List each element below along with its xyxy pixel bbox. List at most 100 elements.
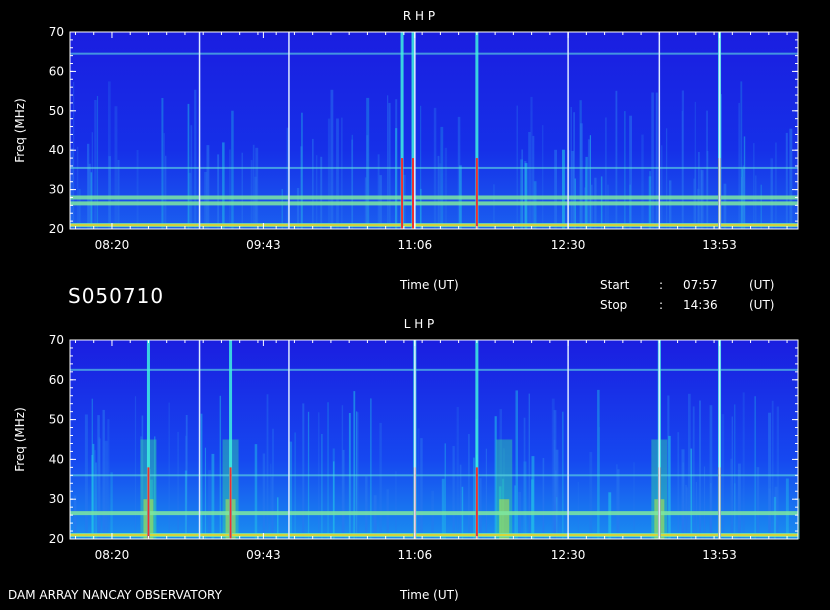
texture-streak (605, 117, 607, 229)
y-tick-label: 50 (49, 104, 64, 118)
texture-streak (277, 497, 279, 539)
texture-streak (479, 478, 482, 539)
texture-streak (255, 147, 259, 229)
texture-streak (96, 96, 99, 229)
frequency-band (70, 195, 798, 200)
texture-streak (254, 444, 258, 539)
texture-streak (327, 118, 331, 229)
texture-streak (723, 183, 727, 229)
x-tick-label: 13:53 (702, 238, 737, 252)
texture-streak (94, 100, 97, 229)
texture-streak (577, 481, 579, 539)
texture-streak (330, 89, 334, 229)
texture-streak (681, 90, 684, 229)
texture-streak (668, 435, 671, 539)
texture-streak (523, 417, 526, 539)
texture-streak (373, 495, 377, 539)
texture-streak (74, 495, 77, 539)
texture-streak (518, 491, 521, 539)
frequency-band (70, 474, 798, 477)
texture-streak (98, 436, 100, 539)
y-tick-label: 70 (49, 25, 64, 39)
texture-streak (117, 160, 120, 229)
texture-streak (698, 152, 700, 229)
texture-streak (597, 389, 600, 539)
texture-streak (553, 439, 556, 539)
texture-streak (302, 403, 305, 539)
texture-streak (91, 455, 93, 539)
texture-streak (312, 138, 314, 229)
texture-streak (95, 462, 97, 539)
texture-streak (395, 471, 397, 539)
texture-streak (468, 434, 470, 539)
y-tick-label: 20 (49, 532, 64, 546)
frequency-band (70, 201, 798, 206)
texture-streak (231, 110, 234, 229)
texture-streak (301, 112, 303, 229)
texture-streak (607, 184, 609, 229)
y-axis-label: Freq (MHz) (13, 98, 27, 163)
texture-streak (342, 449, 345, 539)
texture-streak (441, 478, 445, 539)
texture-streak (341, 117, 343, 229)
burst-core (475, 467, 478, 539)
texture-streak (587, 139, 591, 229)
texture-streak (377, 154, 380, 229)
y-tick-label: 20 (49, 222, 64, 236)
texture-streak (444, 147, 448, 229)
mid-time-axis-label: Time (UT) (400, 278, 459, 292)
texture-streak (554, 149, 557, 229)
y-tick-label: 70 (49, 333, 64, 347)
texture-streak (417, 428, 420, 539)
texture-streak (688, 393, 691, 539)
texture-streak (84, 414, 88, 539)
texture-streak (296, 188, 300, 229)
observatory-label: DAM ARRAY NANCAY OBSERVATORY (8, 588, 222, 602)
texture-streak (493, 184, 495, 229)
y-tick-label: 60 (49, 373, 64, 387)
y-tick-label: 50 (49, 413, 64, 427)
bottom-time-axis-label: Time (UT) (400, 588, 459, 602)
texture-streak (789, 128, 793, 229)
texture-streak (194, 89, 197, 229)
burst-core (475, 158, 478, 229)
texture-streak (452, 446, 455, 539)
x-tick-label: 12:30 (551, 238, 586, 252)
texture-streak (87, 143, 90, 229)
y-tick-label: 30 (49, 183, 64, 197)
texture-streak (485, 448, 487, 539)
texture-streak (573, 112, 575, 229)
texture-streak (649, 171, 651, 229)
texture-streak (366, 135, 369, 229)
texture-streak (677, 432, 680, 539)
texture-streak (76, 146, 79, 229)
panel-title: R H P (403, 9, 435, 23)
frequency-band (70, 368, 798, 371)
texture-streak (200, 413, 203, 539)
texture-streak (737, 469, 741, 539)
texture-streak (327, 402, 329, 539)
texture-streak (641, 134, 644, 229)
texture-streak (756, 467, 760, 539)
texture-streak (532, 135, 535, 229)
texture-streak (336, 118, 339, 229)
stop-label: Stop (600, 298, 628, 312)
texture-streak (590, 184, 593, 229)
texture-streak (760, 184, 762, 229)
texture-streak (624, 111, 626, 229)
x-tick-label: 09:43 (246, 238, 281, 252)
texture-streak (348, 476, 352, 539)
texture-streak (617, 469, 620, 539)
texture-streak (365, 476, 368, 539)
texture-streak (589, 451, 593, 539)
texture-streak (682, 462, 684, 539)
spectrogram-panel-lhp: 20 30 40 50 60 70 08:20 09:43 11:06 12:30 13:53 L H… (13, 317, 800, 562)
texture-streak (771, 400, 774, 539)
texture-streak (773, 496, 777, 539)
texture-streak (738, 102, 740, 229)
texture-streak (187, 103, 190, 229)
y-tick-label: 30 (49, 492, 64, 506)
texture-streak (177, 431, 179, 539)
texture-streak (531, 456, 535, 539)
frequency-band (70, 511, 798, 516)
